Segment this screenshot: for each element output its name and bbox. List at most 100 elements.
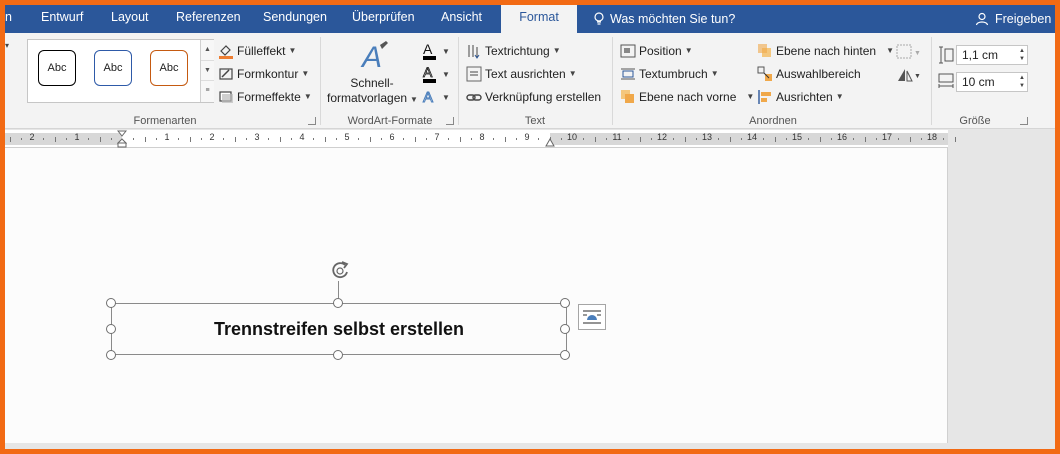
document-page[interactable]: Trennstreifen selbst erstellen bbox=[5, 148, 948, 443]
wordart-launcher-icon[interactable] bbox=[446, 117, 454, 125]
person-icon bbox=[975, 12, 989, 26]
send-backward-icon bbox=[757, 43, 773, 59]
ruler-number: 17 bbox=[881, 132, 892, 142]
text-fill-button[interactable]: A ▼ bbox=[422, 41, 452, 61]
share-button[interactable]: Freigeben bbox=[975, 5, 1051, 33]
resize-handle-bottom[interactable] bbox=[333, 350, 343, 360]
shape-style-swatch-black[interactable]: Abc bbox=[38, 50, 76, 86]
shape-height-field[interactable]: 1,1 cm ▲ ▼ bbox=[956, 45, 1028, 65]
resize-handle-top-left[interactable] bbox=[106, 298, 116, 308]
ruler-tick bbox=[785, 138, 787, 140]
resize-handle-top[interactable] bbox=[333, 298, 343, 308]
ruler-tick bbox=[234, 137, 236, 142]
group-label-text: Text bbox=[524, 115, 546, 127]
ruler-tick bbox=[459, 137, 461, 142]
shape-styles-gallery[interactable]: Abc Abc Abc ▲ ▼ ≡ bbox=[27, 39, 214, 103]
resize-handle-top-right[interactable] bbox=[560, 298, 570, 308]
ruler-number: 3 bbox=[254, 132, 260, 142]
align-label: Ausrichten bbox=[776, 90, 833, 104]
resize-handle-bottom-left[interactable] bbox=[106, 350, 116, 360]
tab-format[interactable]: Format bbox=[501, 5, 577, 33]
text-direction-button[interactable]: Textrichtung ▼ bbox=[466, 41, 561, 61]
group-separator bbox=[931, 37, 932, 125]
text-effects-button[interactable]: A ▼ bbox=[422, 87, 452, 107]
text-direction-label: Textrichtung bbox=[485, 44, 550, 58]
ruler-tick bbox=[774, 137, 776, 142]
shape-style-swatch-blue[interactable]: Abc bbox=[94, 50, 132, 86]
gallery-more-icon[interactable]: ≡ bbox=[201, 81, 214, 102]
group-separator bbox=[612, 37, 613, 125]
width-icon bbox=[938, 73, 954, 91]
tab-ueberpruefen[interactable]: Überprüfen bbox=[352, 5, 415, 33]
selection-pane-button[interactable]: Auswahlbereich bbox=[757, 64, 861, 84]
ruler-number: 1 bbox=[164, 132, 170, 142]
create-link-button[interactable]: Verknüpfung erstellen bbox=[466, 87, 601, 107]
tab-start[interactable]: n bbox=[5, 5, 12, 33]
gallery-scroll[interactable]: ▲ ▼ ≡ bbox=[200, 40, 214, 102]
group-separator bbox=[320, 37, 321, 125]
shape-effects-button[interactable]: Formeffekte ▼ bbox=[218, 87, 312, 107]
group-objects-button[interactable]: ▼ bbox=[895, 43, 923, 61]
ruler-tick bbox=[898, 138, 900, 140]
right-background bbox=[948, 148, 1055, 449]
share-label: Freigeben bbox=[995, 12, 1052, 26]
resize-handle-left[interactable] bbox=[106, 324, 116, 334]
ruler-number: 10 bbox=[566, 132, 577, 142]
quick-styles-line2-text: formatvorlagen bbox=[327, 91, 408, 105]
right-indent-marker[interactable] bbox=[545, 137, 555, 147]
height-spinner[interactable]: ▲ ▼ bbox=[1019, 47, 1025, 63]
svg-text:▼: ▼ bbox=[442, 70, 450, 79]
gallery-down-icon[interactable]: ▼ bbox=[201, 61, 214, 82]
ruler-number: 2 bbox=[29, 132, 35, 142]
ruler-tick bbox=[808, 138, 810, 140]
left-cut-control[interactable]: ▾ bbox=[5, 41, 11, 61]
ruler-tick bbox=[65, 138, 67, 140]
ruler-number: 1 bbox=[74, 132, 80, 142]
text-wrap-label: Textumbruch bbox=[639, 67, 708, 81]
position-button[interactable]: Position ▼ bbox=[620, 41, 693, 61]
layout-options-button[interactable] bbox=[578, 304, 606, 330]
svg-text:▼: ▼ bbox=[442, 93, 450, 102]
fill-effect-button[interactable]: Fülleffekt ▼ bbox=[218, 41, 296, 61]
wordart-a-icon: A bbox=[360, 41, 388, 73]
shape-width-field[interactable]: 10 cm ▲ ▼ bbox=[956, 72, 1028, 92]
ruler-tick bbox=[729, 137, 731, 142]
tell-me-search[interactable]: Was möchten Sie tun? bbox=[593, 5, 735, 33]
ruler-tick bbox=[324, 137, 326, 142]
shape-outline-button[interactable]: Formkontur ▼ bbox=[218, 64, 309, 84]
text-outline-button[interactable]: A ▼ bbox=[422, 64, 452, 84]
gallery-up-icon[interactable]: ▲ bbox=[201, 40, 214, 61]
resize-handle-right[interactable] bbox=[560, 324, 570, 334]
rotate-handle-icon[interactable] bbox=[328, 259, 352, 281]
align-button[interactable]: Ausrichten ▼ bbox=[757, 87, 844, 107]
send-backward-label: Ebene nach hinten bbox=[776, 44, 877, 58]
tab-sendungen[interactable]: Sendungen bbox=[263, 5, 327, 33]
selected-text-box[interactable]: Trennstreifen selbst erstellen bbox=[111, 303, 567, 355]
formenarten-launcher-icon[interactable] bbox=[308, 117, 316, 125]
tab-layout[interactable]: Layout bbox=[111, 5, 149, 33]
text-wrap-button[interactable]: Textumbruch ▼ bbox=[620, 64, 719, 84]
horizontal-ruler[interactable]: 2 1 1 2 3 4 5 6 7 8 9 10 11 12 13 14 15 16 17 18 bbox=[5, 130, 956, 148]
tab-entwurf[interactable]: Entwurf bbox=[41, 5, 83, 33]
quick-styles-line1: Schnell- bbox=[350, 76, 394, 90]
ruler-tick bbox=[920, 138, 922, 140]
ruler-tick bbox=[88, 138, 90, 140]
send-backward-button[interactable]: Ebene nach hinten ▼ bbox=[757, 41, 894, 61]
tab-referenzen[interactable]: Referenzen bbox=[176, 5, 241, 33]
text-align-button[interactable]: Text ausrichten ▼ bbox=[466, 64, 577, 84]
width-spinner[interactable]: ▲ ▼ bbox=[1019, 74, 1025, 90]
quick-styles-button[interactable]: A Schnell- formatvorlagen ▼ bbox=[327, 39, 418, 113]
bring-forward-button[interactable]: Ebene nach vorne ▼ bbox=[620, 87, 754, 107]
shape-height-value: 1,1 cm bbox=[962, 48, 999, 62]
tab-ansicht[interactable]: Ansicht bbox=[441, 5, 482, 33]
text-direction-icon bbox=[466, 43, 482, 59]
shape-style-swatch-orange[interactable]: Abc bbox=[150, 50, 188, 86]
position-label: Position bbox=[639, 44, 682, 58]
groesse-launcher-icon[interactable] bbox=[1020, 117, 1028, 125]
ruler-number: 12 bbox=[656, 132, 667, 142]
rotate-objects-button[interactable]: ▼ bbox=[895, 66, 923, 84]
ruler-number: 5 bbox=[344, 132, 350, 142]
left-indent-marker[interactable] bbox=[116, 130, 128, 148]
resize-handle-bottom-right[interactable] bbox=[560, 350, 570, 360]
ruler-tick bbox=[493, 138, 495, 140]
